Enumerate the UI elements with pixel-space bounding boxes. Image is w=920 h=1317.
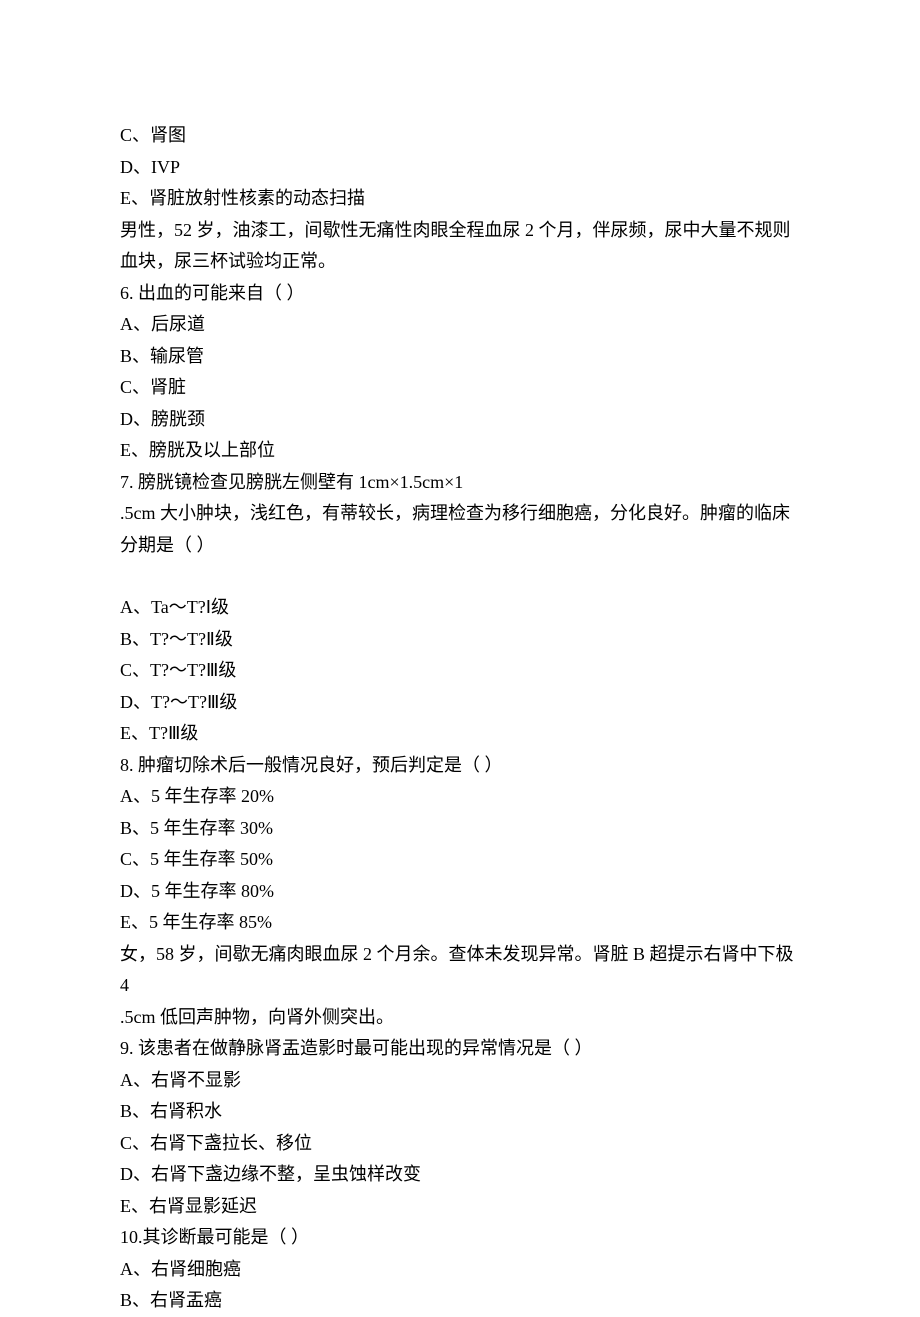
case-description-part2: .5cm 低回声肿物，向肾外侧突出。 <box>120 1002 800 1034</box>
option-a: A、Ta～T?Ⅰ级 <box>120 592 800 624</box>
option-e: E、T?Ⅲ级 <box>120 718 800 750</box>
option-a: A、右肾不显影 <box>120 1065 800 1097</box>
question-7-part2: .5cm 大小肿块，浅红色，有蒂较长，病理检查为移行细胞癌，分化良好。肿瘤的临床… <box>120 498 800 561</box>
option-e: E、膀胱及以上部位 <box>120 435 800 467</box>
document-content: C、肾图 D、IVP E、肾脏放射性核素的动态扫描 男性，52 岁，油漆工，间歇… <box>120 120 800 1317</box>
question-6: 6. 出血的可能来自（ ） <box>120 278 800 310</box>
option-b: B、输尿管 <box>120 341 800 373</box>
option-d: D、右肾下盏边缘不整，呈虫蚀样改变 <box>120 1159 800 1191</box>
question-9: 9. 该患者在做静脉肾盂造影时最可能出现的异常情况是（ ） <box>120 1033 800 1065</box>
option-d: D、5 年生存率 80% <box>120 876 800 908</box>
option-c: C、T?～T?Ⅲ级 <box>120 655 800 687</box>
text-line: C、肾图 <box>120 120 800 152</box>
option-e: E、右肾显影延迟 <box>120 1191 800 1223</box>
option-e: E、5 年生存率 85% <box>120 907 800 939</box>
option-b: B、5 年生存率 30% <box>120 813 800 845</box>
text-line: E、肾脏放射性核素的动态扫描 <box>120 183 800 215</box>
option-b: B、T?～T?Ⅱ级 <box>120 624 800 656</box>
blank-line <box>120 561 800 592</box>
option-c: C、5 年生存率 50% <box>120 844 800 876</box>
option-a: A、右肾细胞癌 <box>120 1254 800 1286</box>
option-d: D、膀胱颈 <box>120 404 800 436</box>
option-a: A、后尿道 <box>120 309 800 341</box>
option-c: C、右肾下盏拉长、移位 <box>120 1128 800 1160</box>
case-description: 男性，52 岁，油漆工，间歇性无痛性肉眼全程血尿 2 个月，伴尿频，尿中大量不规… <box>120 215 800 278</box>
option-c: C、肾脏 <box>120 372 800 404</box>
option-a: A、5 年生存率 20% <box>120 781 800 813</box>
option-d: D、T?～T?Ⅲ级 <box>120 687 800 719</box>
question-8: 8. 肿瘤切除术后一般情况良好，预后判定是（ ） <box>120 750 800 782</box>
option-b: B、右肾积水 <box>120 1096 800 1128</box>
case-description-part1: 女，58 岁，间歇无痛肉眼血尿 2 个月余。查体未发现异常。肾脏 B 超提示右肾… <box>120 939 800 1002</box>
option-b: B、右肾盂癌 <box>120 1285 800 1317</box>
text-line: D、IVP <box>120 152 800 184</box>
question-10: 10.其诊断最可能是（ ） <box>120 1222 800 1254</box>
question-7-part1: 7. 膀胱镜检查见膀胱左侧壁有 1cm×1.5cm×1 <box>120 467 800 499</box>
